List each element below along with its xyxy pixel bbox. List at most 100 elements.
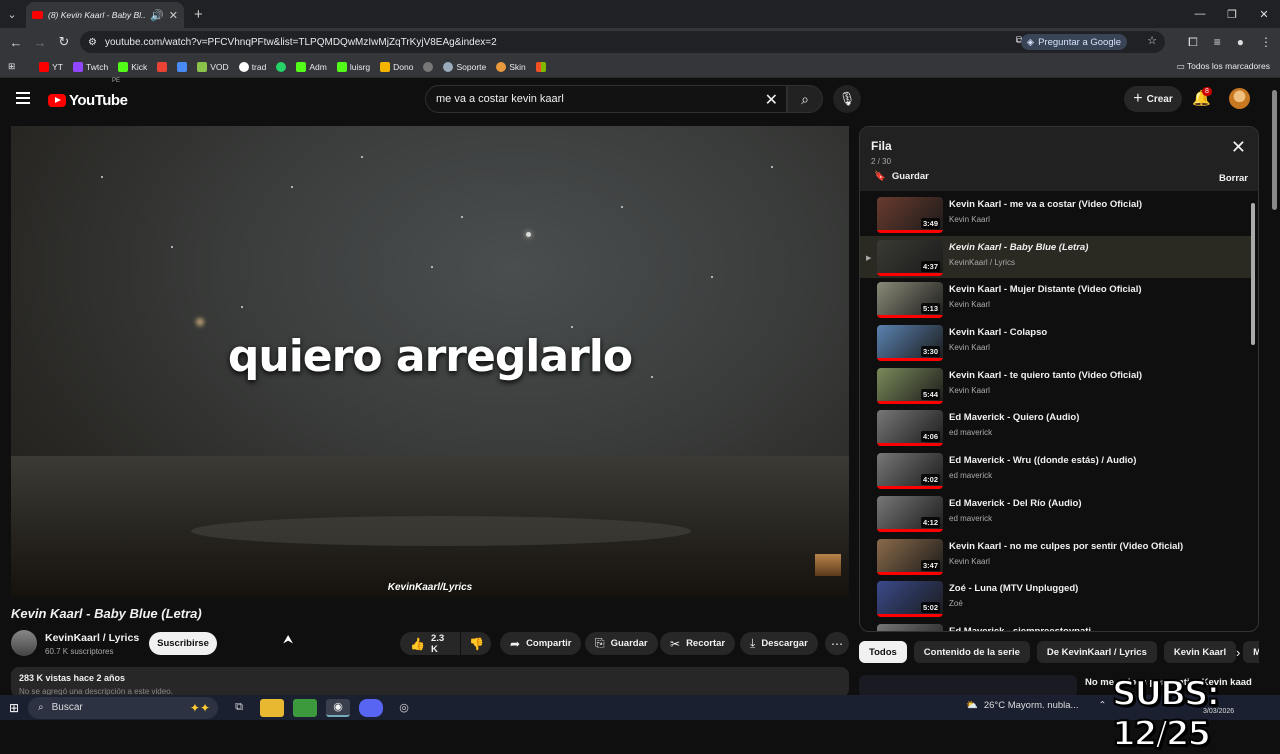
- description-box[interactable]: 283 K vistas hace 2 años No se agregó un…: [11, 667, 849, 697]
- queue-item[interactable]: 4:02 Ed Maverick - Wru ((donde estás) / A…: [860, 449, 1252, 492]
- site-info-icon[interactable]: ⚙: [88, 37, 97, 48]
- all-bookmarks[interactable]: ▭ Todos los marcadores: [1177, 61, 1270, 72]
- close-window-icon[interactable]: ✕: [1248, 0, 1280, 28]
- queue-thumbnail[interactable]: 4:37: [877, 239, 943, 276]
- bookmark-circle[interactable]: [423, 61, 434, 72]
- queue-video-title[interactable]: Kevin Kaarl - me va a costar (Video Ofic…: [949, 199, 1249, 210]
- chip-all[interactable]: Todos: [859, 641, 907, 663]
- bookmark-whatsapp[interactable]: [276, 61, 287, 72]
- queue-video-title[interactable]: Ed Maverick - Del Río (Audio): [949, 498, 1249, 509]
- save-button[interactable]: ⎘ Guardar: [585, 632, 658, 655]
- chrome-icon[interactable]: ◉: [326, 698, 350, 717]
- dislike-button[interactable]: 👎: [461, 632, 491, 655]
- queue-item[interactable]: 4:06 Ed Maverick - Quiero (Audio) ed maver…: [860, 406, 1252, 449]
- windows-start-icon[interactable]: ⊞: [0, 701, 28, 715]
- bookmark-dono[interactable]: Dono: [380, 61, 413, 72]
- reading-list-icon[interactable]: ≡: [1214, 35, 1221, 49]
- recommended-thumbnail[interactable]: [859, 675, 1077, 697]
- queue-thumbnail[interactable]: 5:02: [877, 581, 943, 618]
- extensions-icon[interactable]: ⧠: [1188, 35, 1198, 50]
- bookmark-twitch[interactable]: Twtch: [73, 61, 108, 72]
- chrome-menu-icon[interactable]: ⋮: [1260, 35, 1272, 49]
- forward-icon[interactable]: →: [28, 35, 52, 50]
- address-bar[interactable]: ⚙ youtube.com/watch?v=PFCVhnqPFtw&list=T…: [80, 31, 1165, 53]
- video-player[interactable]: quiero arreglarlo KevinKaarl/Lyrics: [11, 126, 849, 597]
- minecraft-icon[interactable]: [293, 698, 317, 717]
- bookmark-grid[interactable]: [177, 61, 188, 72]
- queue-save-button[interactable]: 🔖 Guardar: [874, 171, 929, 182]
- task-view-icon[interactable]: ⧉: [227, 699, 251, 717]
- bookmark-skin[interactable]: Skin: [496, 61, 526, 72]
- queue-video-title[interactable]: Kevin Kaarl - te quiero tanto (Video Ofi…: [949, 370, 1249, 381]
- profile-icon[interactable]: ●: [1237, 35, 1244, 49]
- page-scrollbar[interactable]: [1272, 90, 1277, 210]
- chip-channel[interactable]: De KevinKaarl / Lyrics: [1036, 641, 1157, 663]
- queue-video-title[interactable]: Kevin Kaarl - Colapso: [949, 327, 1249, 338]
- bookmark-adm[interactable]: Adm: [296, 61, 327, 72]
- chevron-right-icon[interactable]: ›: [1236, 645, 1240, 660]
- back-icon[interactable]: ←: [4, 35, 28, 50]
- channel-name[interactable]: KevinKaarl / Lyrics: [45, 632, 139, 644]
- clear-search-icon[interactable]: ✕: [765, 90, 778, 110]
- bookmark-star-icon[interactable]: ☆: [1147, 34, 1157, 47]
- subscribe-button[interactable]: Suscribirse: [149, 632, 217, 655]
- queue-video-title[interactable]: Kevin Kaarl - no me culpes por sentir (V…: [949, 541, 1249, 552]
- voice-search-button[interactable]: 🎙: [833, 85, 861, 113]
- account-avatar[interactable]: [1229, 88, 1250, 109]
- bookmark-soporte[interactable]: Soporte: [443, 61, 486, 72]
- bookmark-vod[interactable]: VOD: [197, 61, 229, 72]
- bookmark-trad[interactable]: trad: [238, 61, 266, 72]
- chip-series[interactable]: Contenido de la serie: [913, 641, 1030, 663]
- search-button[interactable]: ⌕: [787, 85, 823, 113]
- queue-thumbnail[interactable]: 4:02: [877, 453, 943, 490]
- queue-item[interactable]: Ed Maverick - siempreestoypati: [860, 620, 1252, 631]
- reload-icon[interactable]: ↻: [52, 34, 76, 50]
- bookmark-gmail[interactable]: [157, 61, 168, 72]
- queue-video-title[interactable]: Ed Maverick - Quiero (Audio): [949, 412, 1249, 423]
- obs-icon[interactable]: ◎: [392, 699, 416, 717]
- browser-tab[interactable]: (8) Kevin Kaarl - Baby Bl... 🔊 ✕: [26, 2, 184, 28]
- queue-thumbnail[interactable]: 3:30: [877, 325, 943, 362]
- weather-widget[interactable]: ⛅ 26°C Mayorm. nubla... ⌃: [966, 700, 1106, 711]
- queue-thumbnail[interactable]: 3:47: [877, 538, 943, 575]
- queue-video-title[interactable]: Kevin Kaarl - Mujer Distante (Video Ofic…: [949, 284, 1249, 295]
- queue-scrollbar[interactable]: [1251, 203, 1255, 345]
- clip-button[interactable]: ✂ Recortar: [660, 632, 736, 655]
- taskbar-search[interactable]: ⌕ Buscar ✦✦: [28, 696, 218, 719]
- queue-thumbnail[interactable]: 3:49: [877, 197, 943, 233]
- ask-google-button[interactable]: ◈ Preguntar a Google: [1020, 34, 1127, 50]
- restore-icon[interactable]: ❐: [1216, 0, 1248, 28]
- create-button[interactable]: + Crear: [1124, 86, 1182, 112]
- more-actions-button[interactable]: ⋯: [825, 632, 849, 655]
- queue-video-title[interactable]: Ed Maverick - Wru ((donde estás) / Audio…: [949, 455, 1249, 466]
- download-button[interactable]: ⤓ Descargar: [740, 632, 818, 655]
- channel-watermark-thumbnail[interactable]: [815, 554, 841, 576]
- youtube-logo[interactable]: YouTube: [48, 92, 128, 109]
- queue-video-title[interactable]: Zoé - Luna (MTV Unplugged): [949, 583, 1249, 594]
- file-explorer-icon[interactable]: [260, 698, 284, 717]
- minimize-icon[interactable]: —: [1184, 0, 1216, 28]
- queue-thumbnail[interactable]: 5:44: [877, 367, 943, 404]
- bookmark-microsoft[interactable]: [535, 61, 546, 72]
- close-tab-icon[interactable]: ✕: [169, 9, 178, 22]
- queue-video-title[interactable]: Kevin Kaarl - Baby Blue (Letra): [949, 242, 1249, 253]
- queue-thumbnail[interactable]: [877, 623, 943, 631]
- queue-item[interactable]: 3:49 Kevin Kaarl - me va a costar (Video …: [860, 193, 1252, 236]
- queue-item[interactable]: 4:12 Ed Maverick - Del Río (Audio) ed mave…: [860, 492, 1252, 535]
- queue-item[interactable]: ▶ 4:37 Kevin Kaarl - Baby Blue (Letra) Kevi…: [860, 235, 1252, 279]
- channel-avatar[interactable]: [11, 630, 37, 656]
- bookmark-kick[interactable]: Kick: [118, 61, 147, 72]
- like-button[interactable]: 👍 2.3 K: [400, 632, 460, 655]
- queue-item[interactable]: 5:44 Kevin Kaarl - te quiero tanto (Video…: [860, 364, 1252, 407]
- queue-thumbnail[interactable]: 4:06: [877, 410, 943, 447]
- bookmark-yt[interactable]: YT: [39, 61, 63, 72]
- tray-chevron-icon[interactable]: ⌃: [1098, 700, 1106, 711]
- bookmark-luisrg[interactable]: luisrg: [336, 61, 370, 72]
- queue-video-title[interactable]: Ed Maverick - siempreestoypati: [949, 626, 1249, 631]
- search-input[interactable]: me va a costar kevin kaarl ✕: [425, 85, 787, 113]
- queue-thumbnail[interactable]: 5:13: [877, 282, 943, 319]
- queue-item[interactable]: 5:13 Kevin Kaarl - Mujer Distante (Video …: [860, 278, 1252, 321]
- close-queue-icon[interactable]: ✕: [1231, 137, 1246, 158]
- share-button[interactable]: ➦ Compartir: [500, 632, 582, 655]
- queue-clear-button[interactable]: Borrar: [1219, 173, 1248, 184]
